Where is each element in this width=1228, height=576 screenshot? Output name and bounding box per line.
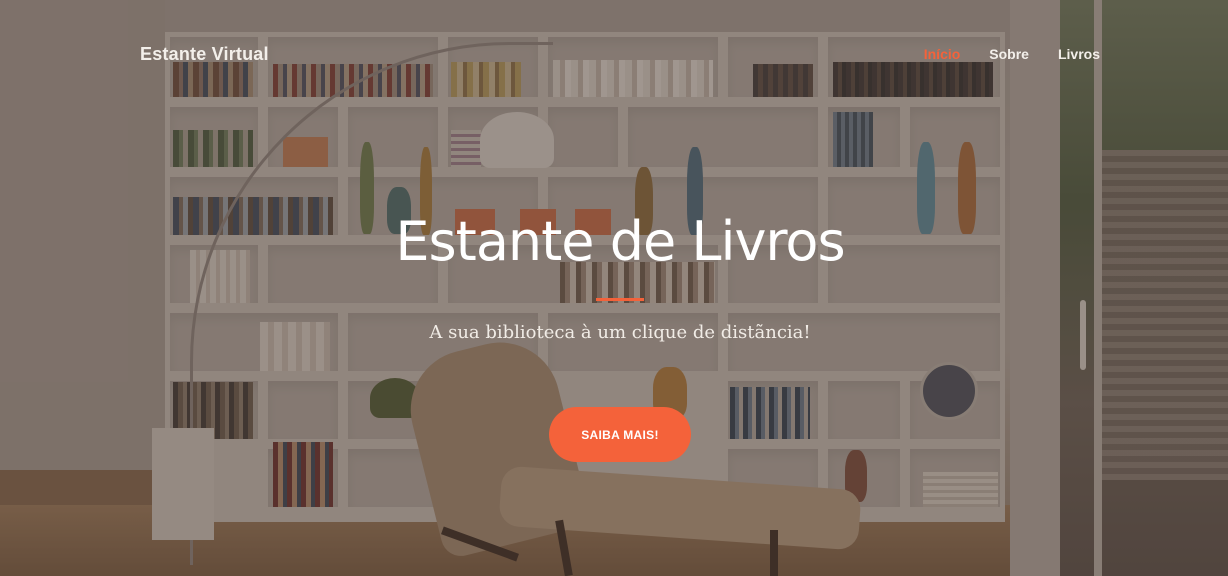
brand-logo-text[interactable]: Estante Virtual	[140, 44, 269, 65]
nav-menu: Início Sobre Livros	[924, 46, 1100, 62]
nav-link-inicio[interactable]: Início	[924, 46, 961, 62]
title-divider	[596, 298, 644, 301]
hero-subtitle: A sua biblioteca à um clique de distãnci…	[429, 322, 811, 343]
nav-link-sobre[interactable]: Sobre	[989, 46, 1029, 62]
saiba-mais-button[interactable]: SAIBA MAIS!	[549, 407, 691, 462]
hero-title: Estante de Livros	[395, 210, 845, 273]
navbar: Estante Virtual Início Sobre Livros	[0, 0, 1228, 108]
nav-link-livros[interactable]: Livros	[1058, 46, 1100, 62]
